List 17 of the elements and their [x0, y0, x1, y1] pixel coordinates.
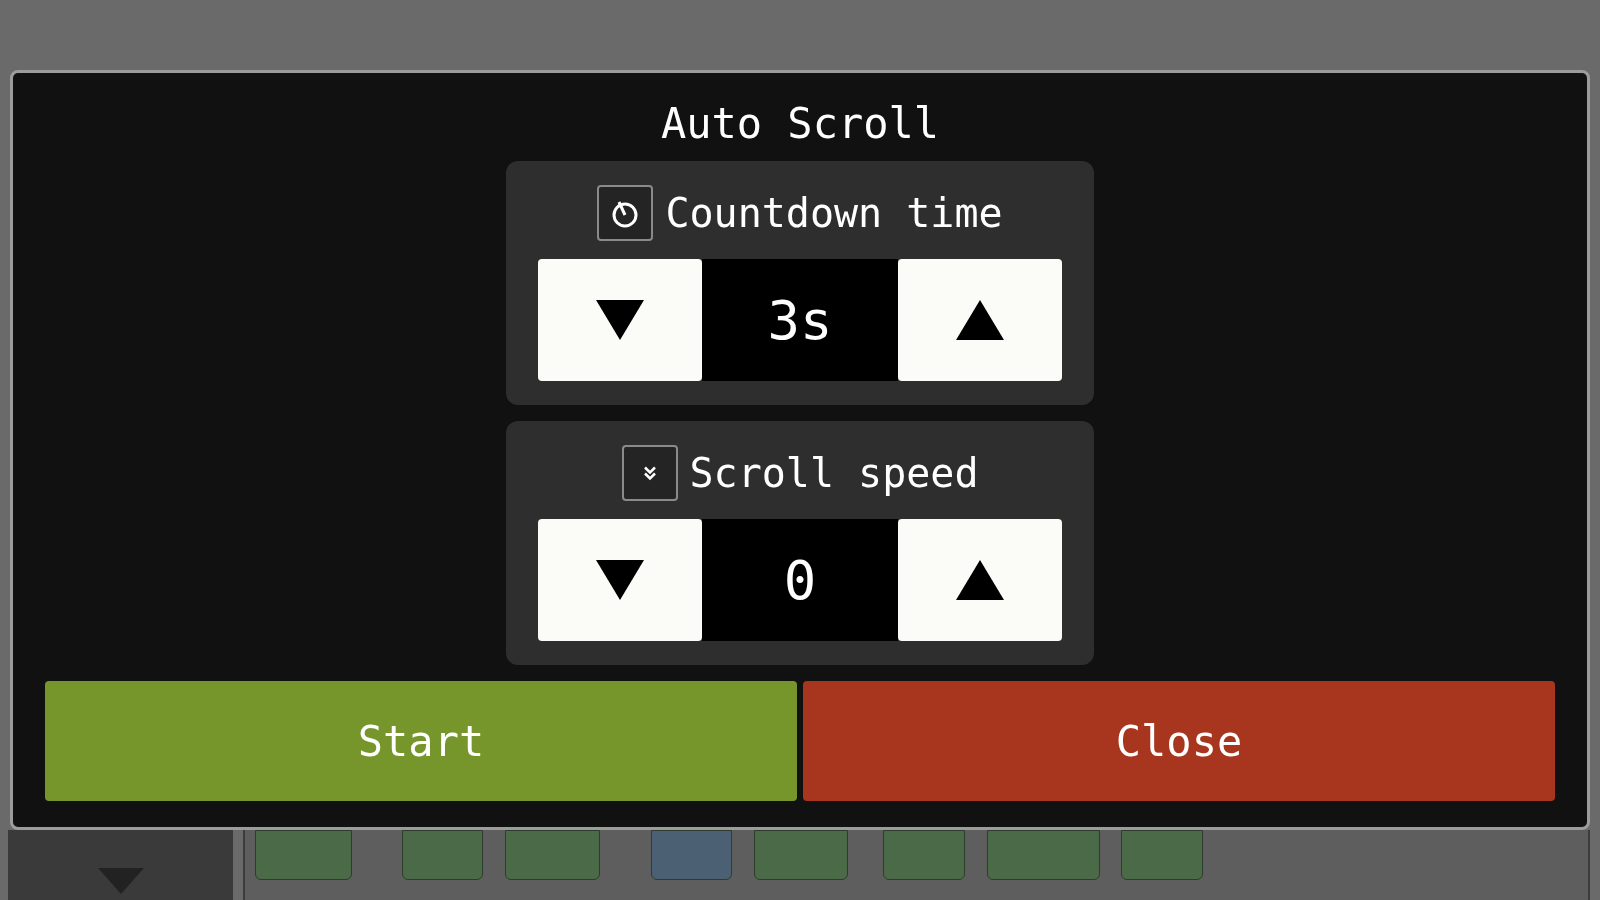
- down-triangle-icon: [97, 868, 144, 894]
- increase-button[interactable]: [898, 259, 1062, 381]
- close-button[interactable]: Close: [803, 681, 1555, 801]
- decrease-button[interactable]: [538, 259, 702, 381]
- decrease-button[interactable]: [538, 519, 702, 641]
- start-button[interactable]: Start: [45, 681, 797, 801]
- up-triangle-icon: [954, 558, 1006, 602]
- dialog-title: Auto Scroll: [660, 98, 940, 150]
- increase-button[interactable]: [898, 519, 1062, 641]
- setting-label: Scroll speed: [689, 449, 979, 498]
- up-triangle-icon: [954, 298, 1006, 342]
- down-triangle-icon: [594, 558, 646, 602]
- double-chevron-down-icon: [642, 465, 657, 481]
- setting-label: Countdown time: [665, 189, 1003, 238]
- value-display: 3s: [702, 259, 898, 381]
- value-display: 0: [702, 519, 898, 641]
- down-triangle-icon: [594, 298, 646, 342]
